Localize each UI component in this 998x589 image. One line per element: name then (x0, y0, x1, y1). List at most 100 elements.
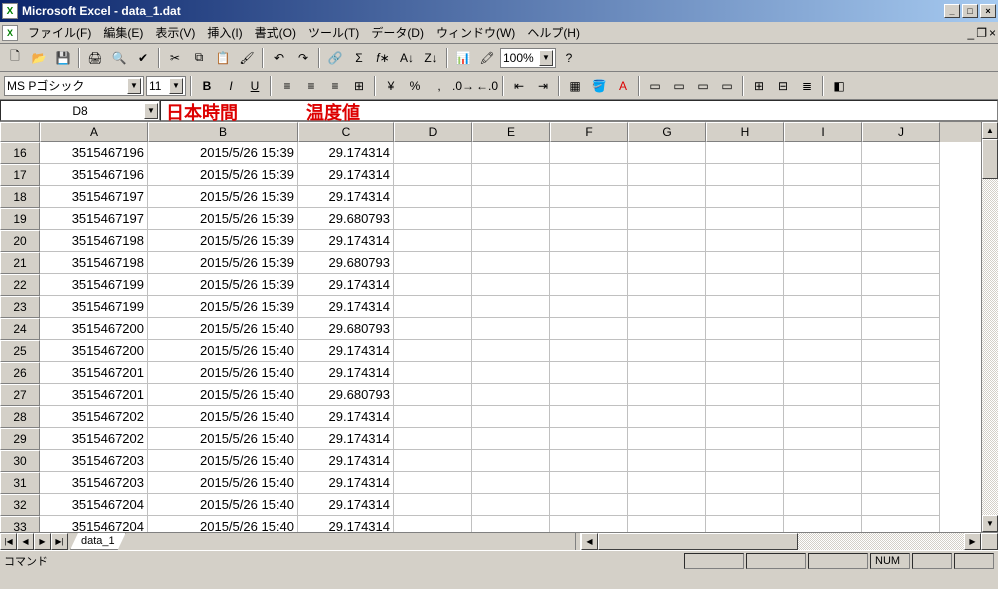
fill-color-icon[interactable]: 🪣 (588, 75, 610, 97)
cell[interactable] (394, 274, 472, 296)
document-icon[interactable]: X (2, 25, 18, 41)
row-header[interactable]: 25 (0, 340, 40, 362)
align-center-icon[interactable]: ≡ (300, 75, 322, 97)
extra-tool-8-icon[interactable]: ◧ (828, 75, 850, 97)
cell[interactable]: 3515467197 (40, 186, 148, 208)
menu-help[interactable]: ヘルプ(H) (521, 22, 586, 43)
cell[interactable] (784, 494, 862, 516)
cell[interactable] (472, 186, 550, 208)
cell[interactable] (472, 252, 550, 274)
cell[interactable] (628, 450, 706, 472)
cell[interactable] (472, 208, 550, 230)
cell[interactable] (394, 164, 472, 186)
cell[interactable]: 29.174314 (298, 186, 394, 208)
cell[interactable]: 3515467198 (40, 230, 148, 252)
cell[interactable] (394, 142, 472, 164)
cell[interactable] (784, 340, 862, 362)
increase-decimal-icon[interactable]: .0→ (452, 75, 474, 97)
name-box[interactable]: D8 ▼ (0, 100, 160, 121)
autosum-icon[interactable]: Σ (348, 47, 370, 69)
cell[interactable]: 29.174314 (298, 362, 394, 384)
cell[interactable]: 29.174314 (298, 472, 394, 494)
scroll-up-icon[interactable]: ▲ (982, 122, 998, 139)
row-header[interactable]: 32 (0, 494, 40, 516)
sheet-tab[interactable]: data_1 (70, 533, 126, 550)
cell[interactable]: 2015/5/26 15:39 (148, 186, 298, 208)
extra-tool-4-icon[interactable]: ▭ (716, 75, 738, 97)
close-button[interactable]: × (980, 4, 996, 18)
align-left-icon[interactable]: ≡ (276, 75, 298, 97)
cell[interactable] (784, 516, 862, 532)
doc-restore-button[interactable]: ❐ (976, 26, 987, 40)
cell[interactable] (472, 494, 550, 516)
drawing-icon[interactable]: 🖍 (476, 47, 498, 69)
cell[interactable] (628, 164, 706, 186)
column-header[interactable]: B (148, 122, 298, 142)
redo-icon[interactable]: ↷ (292, 47, 314, 69)
row-header[interactable]: 21 (0, 252, 40, 274)
cell[interactable]: 3515467201 (40, 384, 148, 406)
cell[interactable] (550, 296, 628, 318)
cell[interactable] (706, 230, 784, 252)
extra-tool-5-icon[interactable]: ⊞ (748, 75, 770, 97)
cell[interactable] (394, 428, 472, 450)
paste-icon[interactable]: 📋 (212, 47, 234, 69)
cell[interactable] (784, 428, 862, 450)
cell[interactable] (472, 274, 550, 296)
cell[interactable]: 2015/5/26 15:39 (148, 274, 298, 296)
cell[interactable] (550, 472, 628, 494)
cell[interactable] (550, 252, 628, 274)
cell[interactable] (706, 428, 784, 450)
cell[interactable]: 3515467202 (40, 428, 148, 450)
row-header[interactable]: 17 (0, 164, 40, 186)
cell[interactable] (784, 406, 862, 428)
cell[interactable]: 3515467199 (40, 274, 148, 296)
extra-tool-2-icon[interactable]: ▭ (668, 75, 690, 97)
cell[interactable]: 2015/5/26 15:40 (148, 428, 298, 450)
bold-icon[interactable]: B (196, 75, 218, 97)
cell[interactable] (706, 406, 784, 428)
cell[interactable] (394, 406, 472, 428)
cell[interactable] (550, 384, 628, 406)
cell[interactable] (628, 274, 706, 296)
cell[interactable]: 29.174314 (298, 274, 394, 296)
cell[interactable]: 2015/5/26 15:40 (148, 472, 298, 494)
font-size-combo[interactable]: 11 ▼ (146, 76, 186, 96)
row-header[interactable]: 30 (0, 450, 40, 472)
cell[interactable] (394, 340, 472, 362)
cell[interactable] (472, 516, 550, 532)
cell[interactable]: 2015/5/26 15:40 (148, 340, 298, 362)
save-icon[interactable]: 💾 (52, 47, 74, 69)
cell[interactable] (706, 252, 784, 274)
cell[interactable]: 29.680793 (298, 208, 394, 230)
cell[interactable] (628, 494, 706, 516)
cell[interactable] (550, 428, 628, 450)
cell[interactable]: 3515467197 (40, 208, 148, 230)
cell[interactable]: 29.174314 (298, 230, 394, 252)
row-header[interactable]: 28 (0, 406, 40, 428)
column-header[interactable]: C (298, 122, 394, 142)
increase-indent-icon[interactable]: ⇥ (532, 75, 554, 97)
cell[interactable] (628, 296, 706, 318)
doc-minimize-button[interactable]: _ (968, 26, 975, 40)
cell[interactable] (550, 230, 628, 252)
cell[interactable]: 3515467203 (40, 450, 148, 472)
extra-tool-6-icon[interactable]: ⊟ (772, 75, 794, 97)
cell[interactable]: 3515467203 (40, 472, 148, 494)
vertical-scrollbar[interactable]: ▲ ▼ (981, 122, 998, 532)
cell[interactable] (550, 186, 628, 208)
cell[interactable]: 29.680793 (298, 252, 394, 274)
cell[interactable]: 29.174314 (298, 428, 394, 450)
cell[interactable]: 29.174314 (298, 340, 394, 362)
extra-tool-3-icon[interactable]: ▭ (692, 75, 714, 97)
cell[interactable] (472, 142, 550, 164)
cell[interactable] (394, 252, 472, 274)
doc-close-button[interactable]: × (989, 26, 996, 40)
row-header[interactable]: 18 (0, 186, 40, 208)
hyperlink-icon[interactable]: 🔗 (324, 47, 346, 69)
print-icon[interactable]: 🖨 (84, 47, 106, 69)
sort-desc-icon[interactable]: Z↓ (420, 47, 442, 69)
cell[interactable]: 29.174314 (298, 450, 394, 472)
cell[interactable] (862, 318, 940, 340)
cell[interactable] (706, 296, 784, 318)
